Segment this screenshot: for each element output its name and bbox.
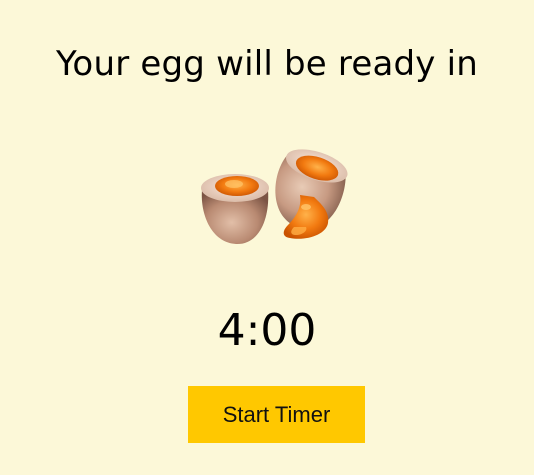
page-title: Your egg will be ready in <box>55 44 479 84</box>
start-timer-button[interactable]: Start Timer <box>188 386 365 443</box>
egg-image <box>198 145 353 250</box>
soft-boiled-egg-icon <box>201 149 348 245</box>
egg-timer-page: Your egg will be ready in 4:00 Start Tim… <box>0 0 534 475</box>
countdown-display: 4:00 <box>217 305 317 356</box>
